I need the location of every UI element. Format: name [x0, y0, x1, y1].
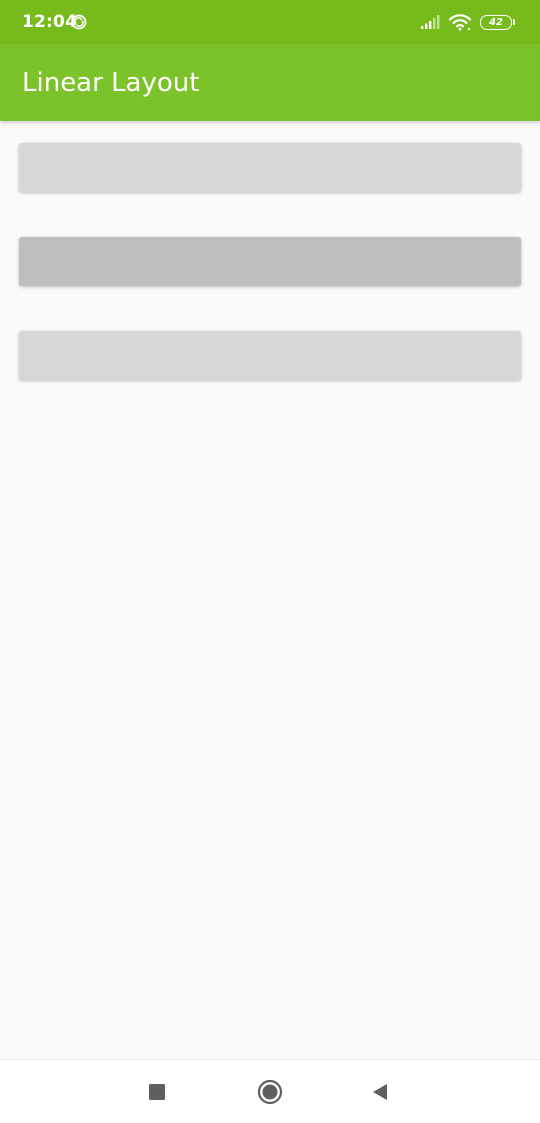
- home-icon: [257, 1079, 283, 1105]
- app-title: Linear Layout: [22, 68, 200, 98]
- home-button[interactable]: [254, 1076, 286, 1108]
- status-icons: 42: [420, 12, 515, 32]
- app-bar: Linear Layout: [0, 44, 540, 121]
- button-1[interactable]: [19, 143, 521, 192]
- back-button[interactable]: [364, 1076, 396, 1108]
- battery-icon: 42: [480, 14, 515, 30]
- battery-level: 42: [489, 16, 503, 28]
- button-3[interactable]: [19, 331, 521, 380]
- recents-button[interactable]: [141, 1076, 173, 1108]
- app-screen: 12:04 42 Linear Layout: [0, 0, 540, 1123]
- button-2[interactable]: [19, 237, 521, 286]
- status-bar: 12:04 42: [0, 0, 540, 44]
- recents-icon: [149, 1084, 165, 1100]
- wifi-icon: [448, 14, 472, 31]
- navigation-bar: [0, 1059, 540, 1123]
- sync-icon: [71, 14, 87, 30]
- back-icon: [373, 1084, 387, 1100]
- signal-icon: [421, 15, 440, 29]
- linear-layout: [0, 121, 540, 1059]
- status-time: 12:04: [22, 12, 78, 32]
